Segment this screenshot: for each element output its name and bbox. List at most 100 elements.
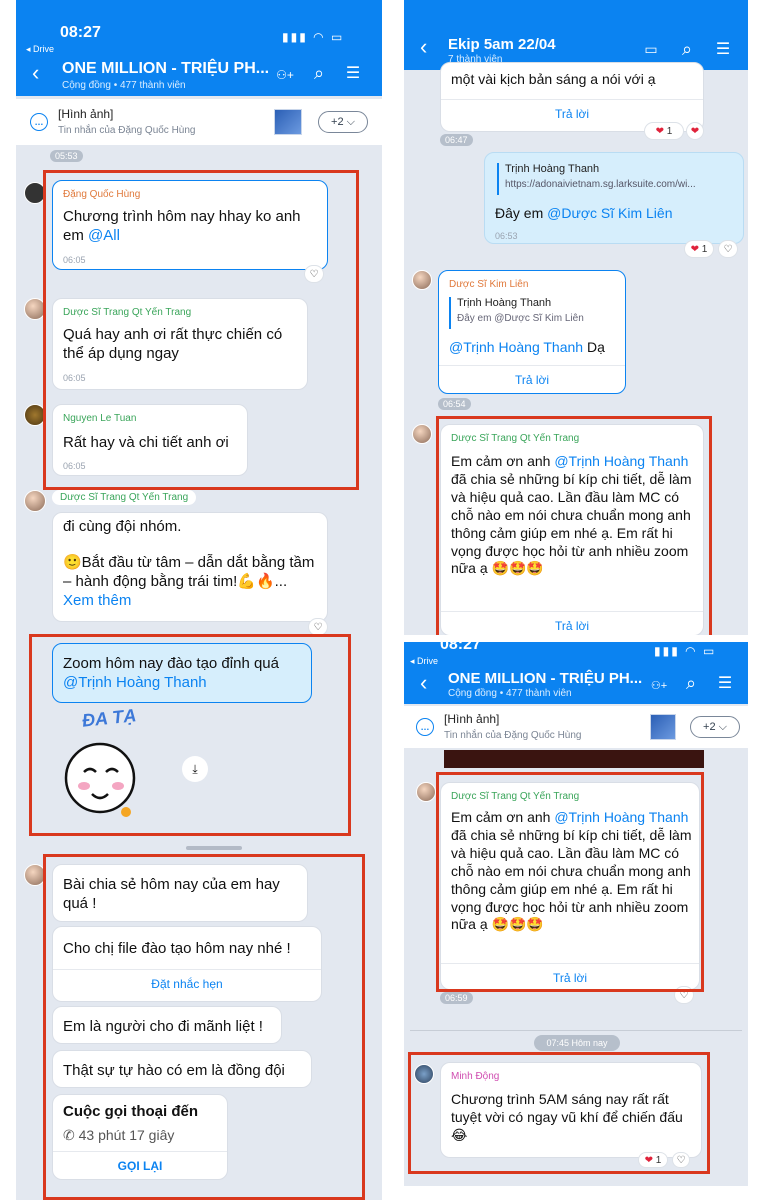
mention-link[interactable]: @Trịnh Hoàng Thanh [554, 809, 688, 825]
sender-name[interactable]: Đặng Quốc Hùng [63, 189, 140, 200]
pinned-more-button[interactable]: +2 ⌵ [318, 111, 368, 133]
divider [53, 1151, 227, 1152]
sender-name[interactable]: Dược Sĩ Trang Qt Yến Trang [63, 307, 191, 318]
message-bubble[interactable]: đi cùng đội nhóm. 🙂Bắt đầu từ tâm – dẫn … [52, 512, 328, 622]
divider [439, 365, 625, 366]
mention-link[interactable]: @Trịnh Hoàng Thanh [449, 339, 583, 355]
quote-link[interactable]: https://adonaivietnam.sg.larksuite.com/w… [505, 179, 737, 190]
quote-bar [449, 297, 451, 329]
sender-name[interactable]: Minh Động [451, 1071, 499, 1082]
sender-name[interactable]: Dược Sĩ Trang Qt Yến Trang [52, 490, 197, 505]
menu-icon[interactable]: ☰ [714, 672, 736, 694]
avatar[interactable] [24, 182, 46, 204]
chat-title: ONE MILLION - TRIỆU PH... [448, 670, 643, 687]
pinned-subtitle: Tin nhắn của Đặng Quốc Hùng [58, 125, 196, 136]
message-bubble[interactable]: Em là người cho đi mãnh liệt ! [52, 1006, 282, 1044]
message-bubble[interactable]: Minh Động Chương trình 5AM sáng nay rất … [440, 1062, 702, 1158]
download-icon[interactable]: ⤓ [182, 756, 208, 782]
reaction-count[interactable]: ❤ 1 [638, 1152, 668, 1168]
reply-button[interactable]: Trả lời [441, 107, 703, 121]
heart-react-button[interactable]: ♡ [304, 265, 324, 283]
avatar[interactable] [414, 1064, 434, 1084]
message-bubble[interactable]: Dược Sĩ Trang Qt Yến Trang Quá hay anh ơ… [52, 298, 308, 390]
message-bubble[interactable]: Cho chị file đào tạo hôm nay nhé ! Đặt n… [52, 926, 322, 1002]
status-back-link[interactable]: ◂ Drive [26, 44, 54, 55]
quote-bar [497, 163, 499, 195]
heart-react-button[interactable]: ❤ [686, 122, 704, 140]
message-bubble[interactable]: Nguyen Le Tuan Rất hay và chi tiết anh ơ… [52, 404, 248, 476]
sender-name[interactable]: Dược Sĩ Kim Liên [449, 279, 528, 290]
avatar[interactable] [24, 404, 46, 426]
see-more-link[interactable]: Xem thêm [63, 592, 131, 609]
sender-name[interactable]: Nguyen Le Tuan [63, 413, 136, 424]
heart-react-button[interactable]: ♡ [308, 618, 328, 636]
pinned-chat-icon: … [416, 718, 434, 736]
scroll-handle[interactable] [186, 846, 242, 850]
pinned-message-bar[interactable]: … [Hình ảnh] Tin nhắn của Đặng Quốc Hùng… [16, 99, 382, 145]
back-icon[interactable]: ‹ [420, 34, 427, 60]
heart-react-button[interactable]: ♡ [672, 1152, 690, 1168]
pinned-subtitle: Tin nhắn của Đặng Quốc Hùng [444, 730, 582, 741]
reply-button[interactable]: Trả lời [441, 971, 699, 985]
search-icon[interactable]: ⌕ [676, 38, 698, 60]
mention-link[interactable]: @Trịnh Hoàng Thanh [554, 453, 688, 469]
message-text: Bài chia sẻ hôm nay của em hay quá ! [63, 876, 280, 913]
sender-name[interactable]: Dược Sĩ Trang Qt Yến Trang [451, 433, 579, 444]
pinned-message-bar[interactable]: … [Hình ảnh] Tin nhắn của Đặng Quốc Hùng… [404, 706, 748, 748]
menu-icon[interactable]: ☰ [712, 38, 734, 60]
heart-react-button[interactable]: ♡ [674, 986, 694, 1004]
video-preview[interactable] [444, 750, 704, 768]
search-icon[interactable]: ⌕ [308, 62, 330, 84]
avatar[interactable] [412, 424, 432, 444]
mention-link[interactable]: @Dược Sĩ Kim Liên [547, 205, 672, 221]
reaction-number: 1 [666, 125, 673, 137]
set-reminder-button[interactable]: Đặt nhắc hẹn [53, 977, 321, 991]
call-duration-text: 43 phút 17 giây [78, 1127, 175, 1143]
pinned-thumbnail[interactable] [274, 109, 302, 135]
call-title: Cuộc gọi thoại đến [63, 1103, 198, 1120]
heart-react-button[interactable]: ♡ [718, 240, 738, 258]
video-call-icon[interactable]: ▭ [640, 38, 662, 60]
mention-link[interactable]: @All [88, 227, 120, 244]
pinned-more-button[interactable]: +2 ⌵ [690, 716, 740, 738]
back-icon[interactable]: ‹ [420, 670, 427, 696]
message-bubble[interactable]: Zoom hôm nay đào tạo đỉnh quá @Trịnh Hoà… [52, 643, 312, 703]
message-bubble[interactable]: Thật sự tự hào có em là đồng đội [52, 1050, 312, 1088]
call-card[interactable]: Cuộc gọi thoại đến ✆ 43 phút 17 giây GỌI… [52, 1094, 228, 1180]
search-icon[interactable]: ⌕ [680, 672, 702, 694]
message-text: Em là người cho đi mãnh liệt ! [63, 1018, 263, 1035]
mention-link[interactable]: @Trịnh Hoàng Thanh [63, 674, 207, 691]
message-bubble[interactable]: Bài chia sẻ hôm nay của em hay quá ! [52, 864, 308, 922]
timestamp: 06:59 [440, 992, 473, 1004]
sticker-image[interactable]: ĐA TẠ [56, 705, 152, 824]
members-icon[interactable]: ⚇+ [648, 674, 670, 696]
message-bubble[interactable]: Đặng Quốc Hùng Chương trình hôm nay hhay… [52, 180, 328, 270]
avatar[interactable] [24, 864, 46, 886]
avatar[interactable] [24, 490, 46, 512]
message-text: Chương trình hôm nay hhay ko anh em @All [63, 207, 319, 245]
message-text: Em cảm ơn anh @Trịnh Hoàng Thanh đã chia… [451, 453, 697, 578]
heart-icon: ❤ [690, 243, 700, 255]
message-bubble[interactable]: Dược Sĩ Kim Liên Trịnh Hoàng Thanh Đây e… [438, 270, 626, 394]
message-bubble[interactable]: Dược Sĩ Trang Qt Yến Trang Em cảm ơn anh… [440, 424, 704, 635]
avatar[interactable] [24, 298, 46, 320]
avatar[interactable] [416, 782, 436, 802]
phone-icon: ✆ [63, 1127, 79, 1143]
call-back-button[interactable]: GỌI LẠI [53, 1159, 227, 1173]
message-bubble[interactable]: Dược Sĩ Trang Qt Yến Trang Em cảm ơn anh… [440, 782, 700, 990]
reply-button[interactable]: Trả lời [441, 619, 703, 633]
reaction-count[interactable]: ❤ 1 [684, 240, 714, 258]
back-icon[interactable]: ‹ [32, 60, 39, 86]
status-back-link[interactable]: ◂ Drive [410, 656, 438, 667]
members-icon[interactable]: ⚇+ [274, 64, 296, 86]
reaction-count[interactable]: ❤ 1 [644, 122, 684, 140]
reply-button[interactable]: Trả lời [439, 373, 625, 387]
menu-icon[interactable]: ☰ [342, 62, 364, 84]
avatar[interactable] [412, 270, 432, 290]
message-text: Đây em @Dược Sĩ Kim Liên [495, 205, 735, 223]
message-body: Em cảm ơn anh [451, 453, 555, 469]
pinned-thumbnail[interactable] [650, 714, 676, 740]
sender-name[interactable]: Dược Sĩ Trang Qt Yến Trang [451, 791, 579, 802]
timestamp: 06:47 [440, 134, 473, 146]
message-bubble[interactable]: Trịnh Hoàng Thanh https://adonaivietnam.… [484, 152, 744, 244]
